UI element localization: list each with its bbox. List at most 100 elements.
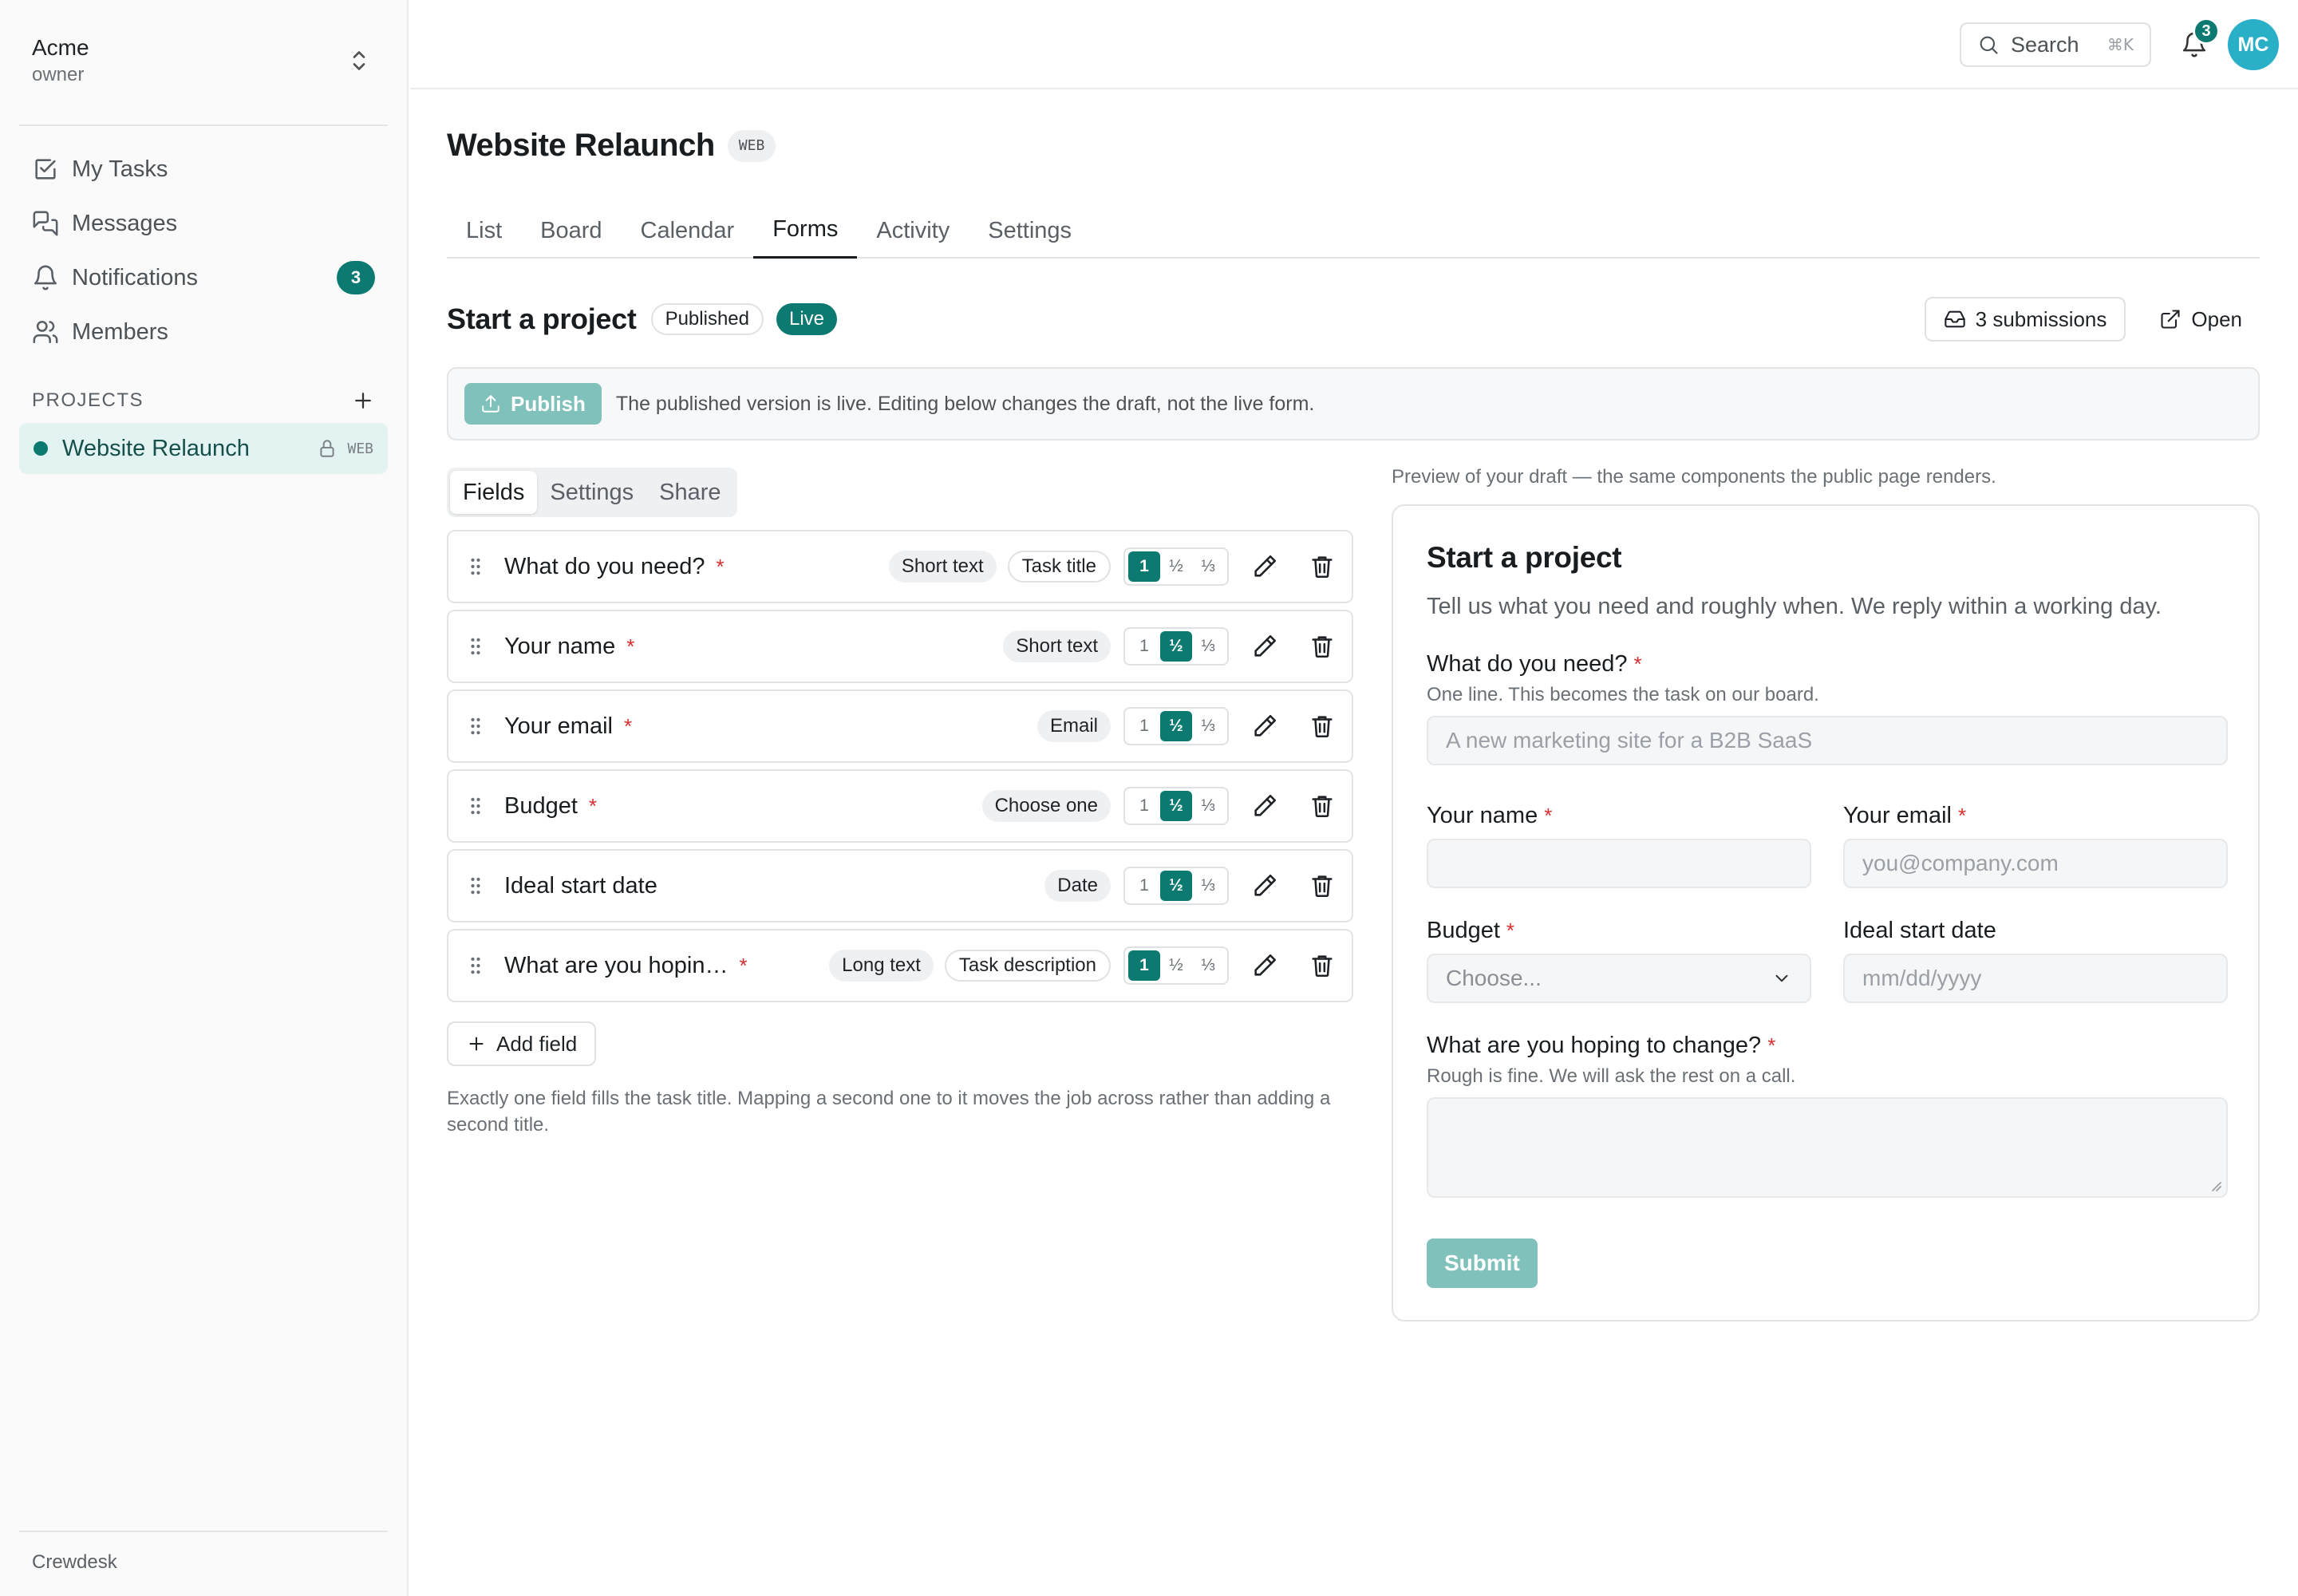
builder-tab-share[interactable]: Share <box>646 471 733 514</box>
publish-button[interactable]: Publish <box>464 383 602 425</box>
add-project-plus-icon[interactable] <box>351 389 375 413</box>
open-form-button[interactable]: Open <box>2142 297 2260 342</box>
search-label: Search <box>2011 32 2079 57</box>
edit-pencil-icon[interactable] <box>1251 872 1278 899</box>
required-marker: * <box>1767 1033 1776 1057</box>
sidebar-nav: My Tasks Messages Notifications 3 Member… <box>19 142 388 359</box>
name-input[interactable] <box>1427 839 1811 888</box>
submit-button[interactable]: Submit <box>1427 1238 1538 1288</box>
width-option-full[interactable]: 1 <box>1128 551 1160 582</box>
width-option-full[interactable]: 1 <box>1128 711 1160 741</box>
field-row[interactable]: What do you need? * Short text Task titl… <box>447 530 1353 603</box>
width-option-half[interactable]: ½ <box>1160 950 1192 981</box>
width-option-half[interactable]: ½ <box>1160 871 1192 901</box>
publish-banner: Publish The published version is live. E… <box>447 367 2260 440</box>
width-option-third[interactable]: ⅓ <box>1192 950 1224 981</box>
start-date-input[interactable]: mm/dd/yyyy <box>1843 954 2228 1003</box>
preview-field-label: What do you need? * <box>1427 651 1642 677</box>
live-badge: Live <box>776 303 838 335</box>
tab-activity[interactable]: Activity <box>857 203 969 259</box>
plus-icon <box>466 1033 487 1054</box>
edit-pencil-icon[interactable] <box>1251 713 1278 740</box>
width-option-third[interactable]: ⅓ <box>1192 871 1224 901</box>
sidebar-item-my-tasks[interactable]: My Tasks <box>19 142 388 196</box>
drag-handle-icon[interactable] <box>464 954 487 977</box>
width-option-full[interactable]: 1 <box>1128 791 1160 821</box>
width-option-half[interactable]: ½ <box>1160 551 1192 582</box>
builder-tab-fields[interactable]: Fields <box>450 471 538 514</box>
field-label: Your email <box>504 713 613 739</box>
field-type-chip: Short text <box>1003 630 1111 662</box>
page-header: Website Relaunch WEB <box>447 128 776 164</box>
sidebar-item-notifications[interactable]: Notifications 3 <box>19 251 388 305</box>
delete-trash-icon[interactable] <box>1309 633 1336 660</box>
project-tabs: List Board Calendar Forms Activity Setti… <box>447 203 2260 259</box>
width-toggle: 1 ½ ⅓ <box>1123 787 1229 825</box>
hoping-textarea[interactable] <box>1427 1097 2228 1198</box>
field-mapping-chip[interactable]: Task title <box>1007 551 1111 583</box>
delete-trash-icon[interactable] <box>1309 792 1336 820</box>
resize-grip-icon[interactable] <box>2209 1179 2221 1191</box>
field-row[interactable]: Your name * Short text 1 ½ ⅓ <box>447 610 1353 683</box>
field-row[interactable]: Budget * Choose one 1 ½ ⅓ <box>447 769 1353 843</box>
tab-calendar[interactable]: Calendar <box>622 203 754 259</box>
tab-settings[interactable]: Settings <box>969 203 1091 259</box>
edit-pencil-icon[interactable] <box>1251 792 1278 820</box>
delete-trash-icon[interactable] <box>1309 872 1336 899</box>
tab-board[interactable]: Board <box>521 203 621 259</box>
delete-trash-icon[interactable] <box>1309 952 1336 979</box>
width-option-half[interactable]: ½ <box>1160 631 1192 662</box>
submissions-label: 3 submissions <box>1975 306 2107 331</box>
field-mapping-chip[interactable]: Task description <box>944 950 1111 982</box>
drag-handle-icon[interactable] <box>464 635 487 658</box>
field-type-chip: Email <box>1036 710 1111 742</box>
preview-field-hoping: What are you hoping to change? * Rough is… <box>1427 1033 2228 1198</box>
delete-trash-icon[interactable] <box>1309 553 1336 580</box>
edit-pencil-icon[interactable] <box>1251 633 1278 660</box>
delete-trash-icon[interactable] <box>1309 713 1336 740</box>
need-input[interactable]: A new marketing site for a B2B SaaS <box>1427 716 2228 765</box>
sidebar-item-members[interactable]: Members <box>19 305 388 359</box>
email-input[interactable]: you@company.com <box>1843 839 2228 888</box>
tab-forms[interactable]: Forms <box>753 203 858 259</box>
width-option-third[interactable]: ⅓ <box>1192 711 1224 741</box>
edit-pencil-icon[interactable] <box>1251 553 1278 580</box>
width-option-third[interactable]: ⅓ <box>1192 631 1224 662</box>
tab-list[interactable]: List <box>447 203 521 259</box>
field-type-chip: Long text <box>829 950 934 982</box>
required-marker: * <box>1544 804 1553 828</box>
field-row[interactable]: Ideal start date Date 1 ½ ⅓ <box>447 849 1353 922</box>
workspace-switcher[interactable]: Acme owner <box>19 22 386 99</box>
published-badge: Published <box>650 303 764 335</box>
edit-pencil-icon[interactable] <box>1251 952 1278 979</box>
sidebar-project-website-relaunch[interactable]: Website Relaunch WEB <box>19 423 388 474</box>
width-option-third[interactable]: ⅓ <box>1192 551 1224 582</box>
width-option-half[interactable]: ½ <box>1160 791 1192 821</box>
budget-select[interactable]: Choose... <box>1427 954 1811 1003</box>
search-button[interactable]: Search ⌘K <box>1960 22 2151 67</box>
drag-handle-icon[interactable] <box>464 795 487 817</box>
width-option-full[interactable]: 1 <box>1128 950 1160 981</box>
field-list: What do you need? * Short text Task titl… <box>447 530 1353 1009</box>
drag-handle-icon[interactable] <box>464 715 487 737</box>
inbox-icon <box>1944 308 1966 330</box>
notifications-button[interactable]: 3 <box>2174 18 2220 65</box>
user-avatar[interactable]: MC <box>2228 19 2279 70</box>
builder-tab-settings[interactable]: Settings <box>537 471 646 514</box>
field-row[interactable]: Your email * Email 1 ½ ⅓ <box>447 689 1353 763</box>
sidebar-item-label: Members <box>72 318 168 345</box>
field-row[interactable]: What are you hopin… * Long text Task des… <box>447 929 1353 1002</box>
form-preview: Start a project Tell us what you need an… <box>1392 504 2260 1321</box>
width-option-third[interactable]: ⅓ <box>1192 791 1224 821</box>
width-option-half[interactable]: ½ <box>1160 711 1192 741</box>
width-option-full[interactable]: 1 <box>1128 871 1160 901</box>
field-label: Ideal start date <box>504 872 657 899</box>
field-type-chip: Date <box>1044 870 1111 902</box>
sidebar-item-messages[interactable]: Messages <box>19 196 388 251</box>
add-field-button[interactable]: Add field <box>447 1021 597 1066</box>
submissions-button[interactable]: 3 submissions <box>1924 297 2126 342</box>
drag-handle-icon[interactable] <box>464 555 487 578</box>
bell-icon <box>32 264 59 291</box>
drag-handle-icon[interactable] <box>464 875 487 897</box>
width-option-full[interactable]: 1 <box>1128 631 1160 662</box>
